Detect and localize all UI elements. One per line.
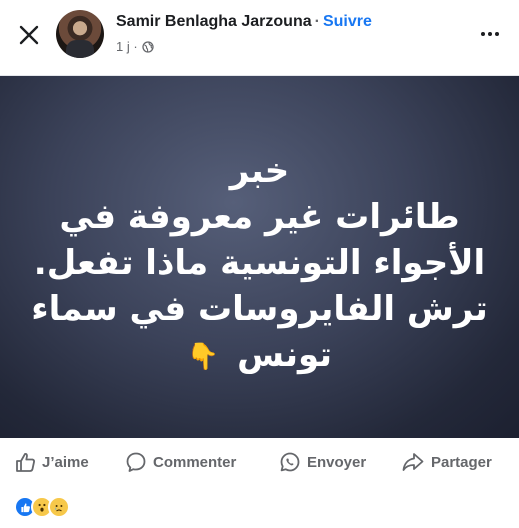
sad-reaction-icon bbox=[48, 496, 70, 518]
image-text-line-5: تونس 👇 bbox=[0, 332, 519, 380]
post-image[interactable]: خبر طائرات غير معروفة في الأجواء التونسي… bbox=[0, 75, 519, 438]
sad-face-icon bbox=[55, 505, 63, 512]
dot bbox=[495, 32, 499, 36]
separator: · bbox=[314, 13, 320, 30]
image-text-line-3: الأجواء التونسية ماذا تفعل. bbox=[33, 243, 486, 283]
author-name[interactable]: Samir Benlagha Jarzouna bbox=[116, 13, 312, 30]
author-line: Samir Benlagha Jarzouna · Suivre bbox=[116, 13, 372, 31]
send-button[interactable]: Envoyer bbox=[279, 451, 366, 473]
share-icon bbox=[402, 453, 424, 471]
like-label: J’aime bbox=[42, 453, 89, 471]
close-icon bbox=[19, 25, 39, 45]
more-options-button[interactable] bbox=[475, 24, 505, 44]
comment-icon bbox=[126, 452, 146, 472]
post-meta: 1 j · bbox=[116, 39, 154, 54]
image-text-line-4: ترش الفايروسات في سماء bbox=[31, 289, 488, 329]
dot bbox=[488, 32, 492, 36]
post-time[interactable]: 1 j · bbox=[116, 39, 138, 54]
thumbs-up-mini-icon bbox=[20, 502, 30, 512]
whatsapp-icon bbox=[280, 452, 300, 472]
wow-face-icon bbox=[38, 503, 46, 512]
reaction-summary[interactable] bbox=[14, 495, 70, 519]
pointing-down-icon: 👇 bbox=[186, 341, 220, 372]
thumbs-up-icon bbox=[16, 453, 35, 472]
comment-button[interactable]: Commenter bbox=[125, 451, 236, 473]
avatar[interactable] bbox=[56, 10, 104, 58]
follow-button[interactable]: Suivre bbox=[323, 13, 372, 30]
like-button[interactable]: J’aime bbox=[14, 451, 89, 473]
share-label: Partager bbox=[431, 453, 492, 471]
share-button[interactable]: Partager bbox=[401, 451, 492, 473]
image-text-word: تونس bbox=[237, 335, 333, 375]
post-header: Samir Benlagha Jarzouna · Suivre 1 j · bbox=[0, 0, 519, 75]
action-bar: J’aime Commenter Envoyer Partager bbox=[0, 443, 519, 483]
post-image-text: خبر طائرات غير معروفة في الأجواء التونسي… bbox=[0, 148, 519, 380]
comment-label: Commenter bbox=[153, 453, 237, 471]
dot bbox=[481, 32, 485, 36]
close-button[interactable] bbox=[16, 22, 42, 48]
send-label: Envoyer bbox=[307, 453, 367, 471]
globe-icon bbox=[142, 40, 154, 53]
image-text-line-1: خبر bbox=[229, 151, 290, 191]
image-text-line-2: طائرات غير معروفة في bbox=[59, 197, 460, 237]
